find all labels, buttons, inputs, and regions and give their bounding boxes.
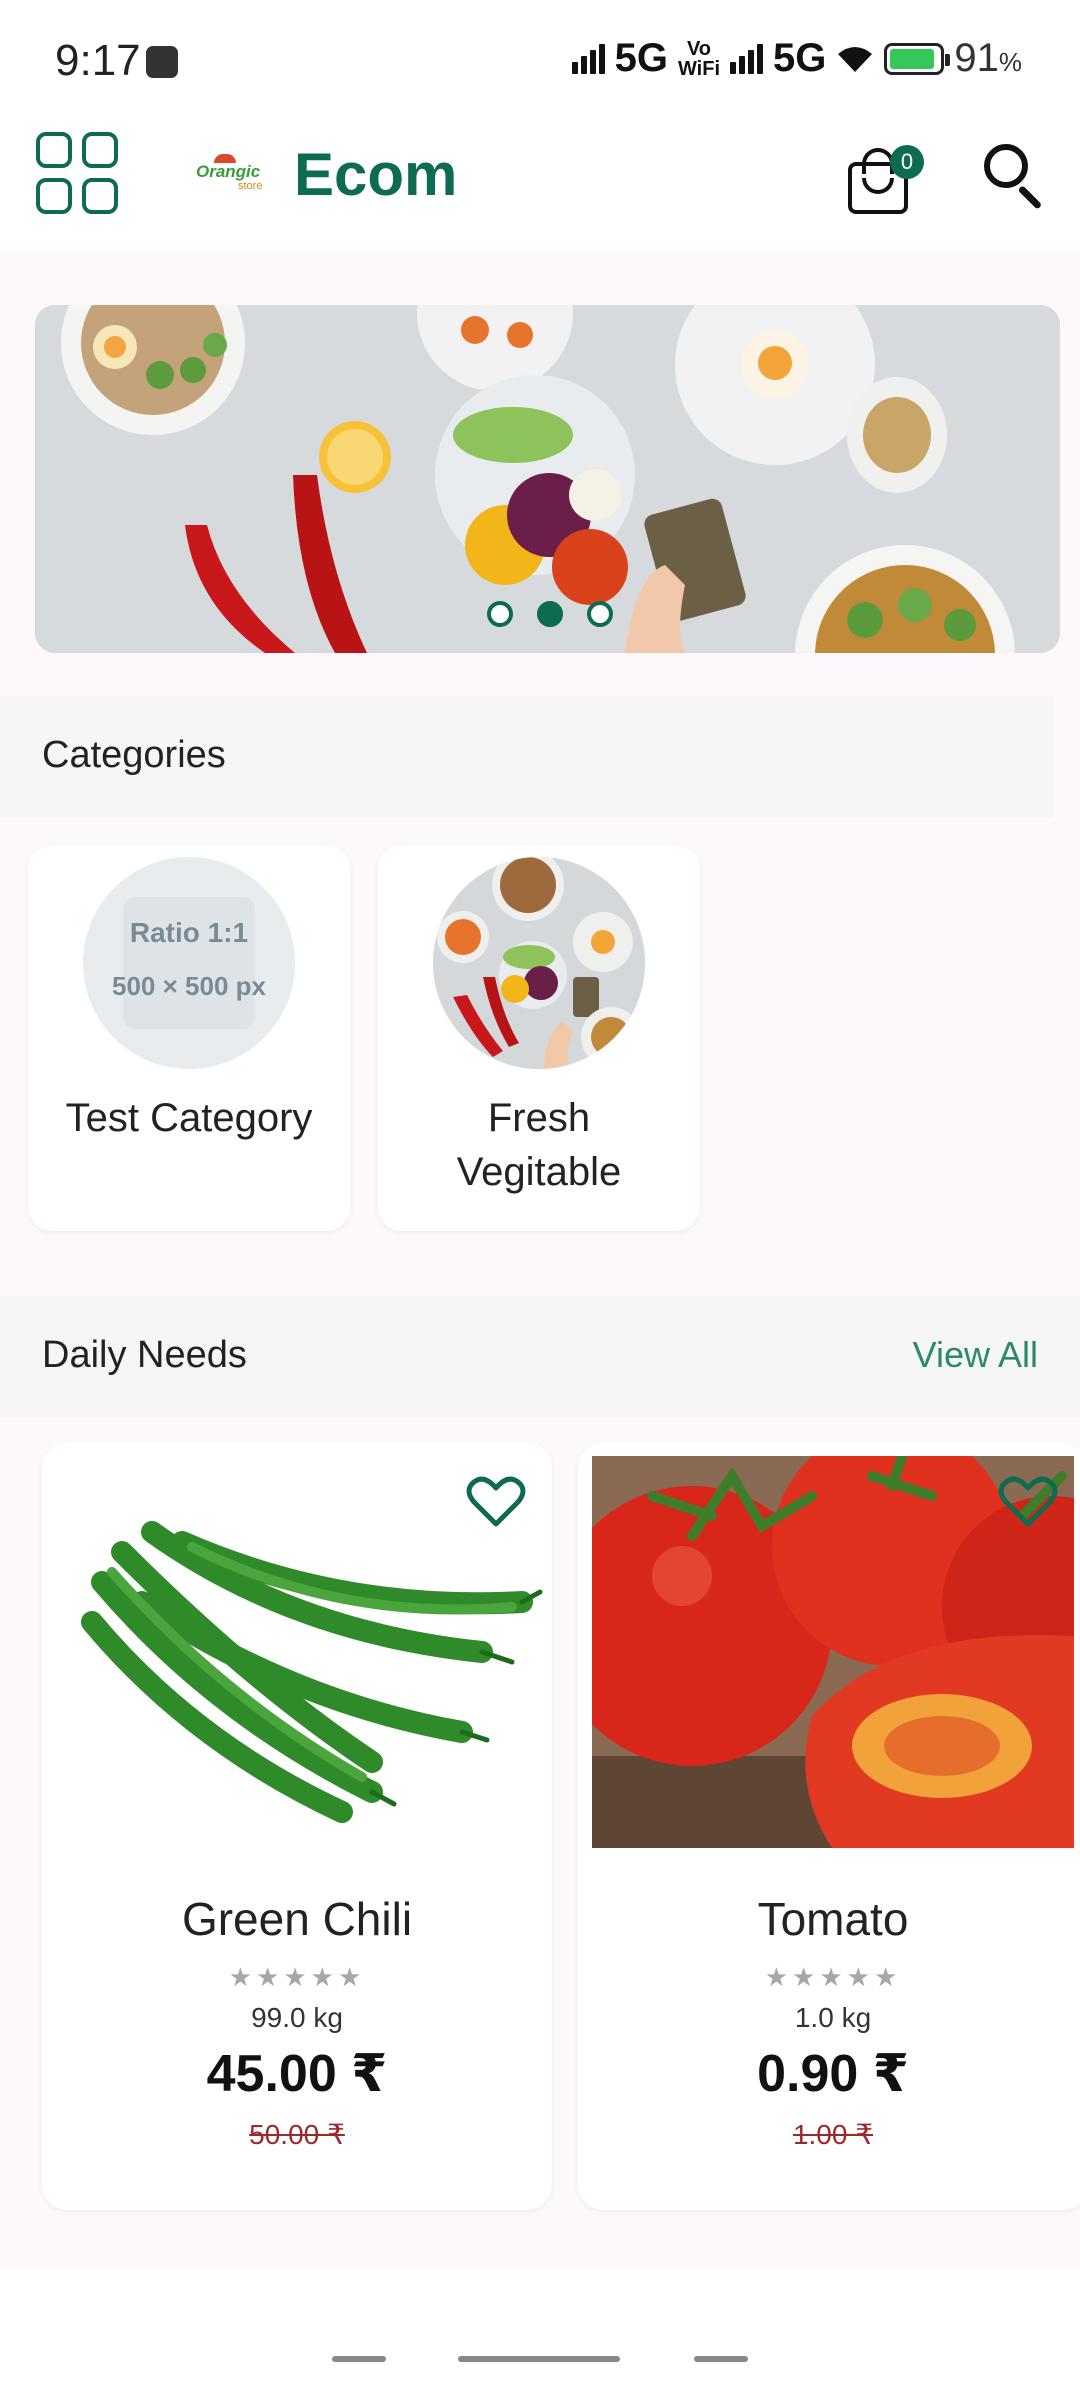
system-nav-bar xyxy=(0,2270,1080,2400)
app-title: Ecom xyxy=(294,141,458,208)
wifi-icon xyxy=(838,46,873,72)
network-type-1: 5G xyxy=(614,36,668,80)
cart-count-badge: 0 xyxy=(890,145,924,179)
product-list: Green Chili ★★★★★ 99.0 kg 45.00 ₹ 50.00 … xyxy=(0,1426,1080,2226)
product-unit: 1.0 kg xyxy=(794,2002,872,2033)
signal-icon xyxy=(571,43,605,74)
category-image-placeholder: Ratio 1:1 500 × 500 px xyxy=(83,857,295,1069)
product-price: 0.90 ₹ xyxy=(757,2045,909,2103)
categories-header: Categories xyxy=(0,696,1054,818)
search-icon xyxy=(984,144,1028,188)
daily-needs-header: Daily Needs View All xyxy=(0,1296,1080,1418)
product-name: Tomato xyxy=(757,1893,909,1945)
nav-back-button[interactable] xyxy=(694,2356,748,2362)
section-title: Daily Needs xyxy=(42,1334,247,1376)
nav-home-button[interactable] xyxy=(458,2356,620,2362)
store-logo: Orangic store xyxy=(196,152,266,196)
product-price: 45.00 ₹ xyxy=(206,2045,388,2103)
product-name: Green Chili xyxy=(181,1893,413,1945)
status-time: 9:17 xyxy=(55,36,141,85)
status-bar: 9:17 5G Vo WiFi 5G 91% xyxy=(0,0,1080,120)
heart-icon[interactable] xyxy=(998,1474,1058,1530)
pager-dot[interactable] xyxy=(486,601,513,627)
pager-dot-active[interactable] xyxy=(536,601,563,627)
rating-stars: ★★★★★ xyxy=(764,1962,902,1992)
category-name: Test Category xyxy=(65,1096,313,1140)
promo-banner[interactable] xyxy=(35,305,1060,653)
nav-recent-button[interactable] xyxy=(332,2356,386,2362)
network-type-2: 5G xyxy=(773,36,827,80)
search-button[interactable] xyxy=(980,140,1050,210)
cart-button[interactable]: 0 xyxy=(842,138,924,220)
product-unit: 99.0 kg xyxy=(251,2002,343,2033)
view-all-link[interactable]: View All xyxy=(913,1334,1038,1376)
status-icons: 5G Vo WiFi 5G 91% xyxy=(571,36,1022,81)
heart-icon[interactable] xyxy=(466,1474,526,1530)
section-title: Categories xyxy=(42,734,226,776)
product-card[interactable]: Tomato ★★★★★ 1.0 kg 0.90 ₹ 1.00 ₹ xyxy=(578,1442,1080,2210)
notification-app-icon xyxy=(146,46,178,78)
app-bar: Orangic store Ecom 0 xyxy=(0,120,1080,250)
menu-grid-icon[interactable] xyxy=(36,132,118,214)
category-card[interactable]: Fresh Vegitable xyxy=(378,845,700,1231)
rating-stars: ★★★★★ xyxy=(228,1962,366,1992)
banner-pager xyxy=(35,601,1060,627)
pager-dot[interactable] xyxy=(586,601,613,627)
battery-percent: 91% xyxy=(954,36,1022,80)
product-old-price: 50.00 ₹ xyxy=(249,2119,345,2150)
category-name: Fresh Vegitable xyxy=(456,1096,622,1194)
product-old-price: 1.00 ₹ xyxy=(792,2119,874,2150)
category-image xyxy=(433,857,645,1069)
signal-icon-2 xyxy=(730,43,764,74)
category-card[interactable]: Ratio 1:1 500 × 500 px Test Category xyxy=(28,845,350,1231)
vowifi-icon: Vo WiFi xyxy=(677,37,721,80)
battery-icon xyxy=(884,42,951,75)
product-card[interactable]: Green Chili ★★★★★ 99.0 kg 45.00 ₹ 50.00 … xyxy=(42,1442,552,2210)
